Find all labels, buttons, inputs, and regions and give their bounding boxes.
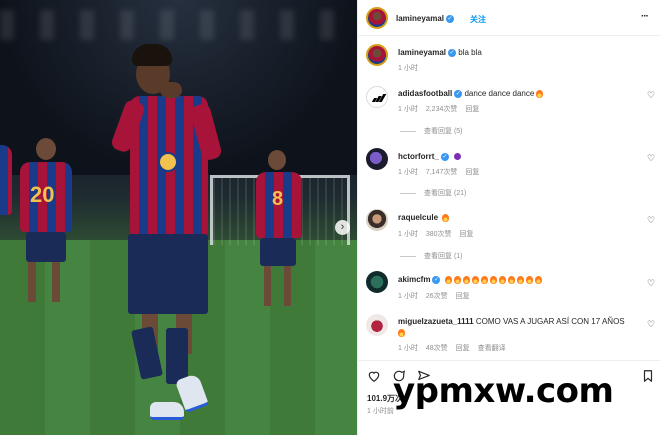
comment-likes[interactable]: 2,234次赞	[426, 106, 458, 113]
comment-time: 1 小时	[398, 293, 418, 300]
reply-button[interactable]: 回复	[456, 293, 470, 300]
fire-emoji-icon	[442, 213, 450, 222]
comment-text: COMO VAS A JUGAR ASÍ CON 17 AÑOS	[475, 317, 625, 326]
fire-emoji-icon	[453, 275, 461, 284]
view-replies-button[interactable]: 查看回复 (1)	[400, 251, 463, 261]
watermark: ypmxw.com	[393, 371, 614, 411]
heart-icon[interactable]	[367, 369, 381, 383]
fire-emoji-icon	[498, 275, 506, 284]
comment-text: dance dance dance	[464, 89, 535, 98]
caption-time: 1 小时	[398, 65, 418, 72]
like-heart-icon[interactable]: ♡	[647, 216, 656, 225]
purple-emoji-icon	[454, 153, 462, 161]
fire-emoji-icon	[534, 275, 542, 284]
comment-username[interactable]: raquelcule	[398, 213, 438, 222]
comment-avatar[interactable]	[366, 314, 388, 336]
comment-avatar[interactable]	[366, 271, 388, 293]
reply-button[interactable]: 回复	[460, 231, 474, 238]
bookmark-icon[interactable]	[641, 369, 655, 383]
verified-icon: ✓	[446, 14, 455, 23]
comment-line: miguelzazueta_1111 COMO VAS A JUGAR ASÍ …	[398, 316, 638, 338]
post-header: lamineyamal ✓ 关注 ···	[358, 0, 660, 36]
fire-emoji-icon	[444, 275, 452, 284]
follow-button[interactable]: 关注	[470, 14, 486, 25]
comment-username[interactable]: adidasfootball	[398, 89, 452, 98]
comment-username[interactable]: akimcfm	[398, 275, 430, 284]
player-left-number: 20	[30, 182, 55, 207]
author-avatar[interactable]	[366, 7, 388, 29]
comment-meta: 1 小时 380次赞 回复	[398, 229, 482, 239]
author-username-wrap: lamineyamal ✓	[396, 14, 455, 23]
comment-username[interactable]: miguelzazueta_1111	[398, 317, 474, 326]
player-main	[109, 44, 230, 428]
fire-emoji-row	[443, 275, 542, 284]
verified-icon: ✓	[432, 275, 441, 284]
fire-emoji-icon	[536, 89, 544, 98]
fire-emoji-icon	[516, 275, 524, 284]
fire-emoji-icon	[471, 275, 479, 284]
verified-icon: ✓	[440, 152, 449, 161]
comment-line: adidasfootball ✓ dance dance dance	[398, 89, 544, 98]
player-edge	[0, 135, 14, 255]
comment-time: 1 小时	[398, 231, 418, 238]
verified-icon: ✓	[454, 89, 463, 98]
comment-meta: 1 小时 48次赞 回复 查看翻译	[398, 343, 514, 353]
reply-button[interactable]: 回复	[465, 106, 479, 113]
caption-avatar[interactable]	[366, 44, 388, 66]
like-heart-icon[interactable]: ♡	[647, 279, 656, 288]
comment-line: raquelcule	[398, 213, 450, 222]
comment-line: akimcfm ✓	[398, 275, 542, 284]
view-replies-label: 查看回复 (1)	[424, 253, 463, 260]
comment-time: 1 小时	[398, 345, 418, 352]
like-heart-icon[interactable]: ♡	[647, 154, 656, 163]
view-replies-button[interactable]: 查看回复 (5)	[400, 126, 463, 136]
verified-icon: ✓	[448, 48, 457, 57]
comment-avatar[interactable]	[366, 209, 388, 231]
comment-line: hctorforrt_ ✓	[398, 152, 462, 161]
view-replies-label: 查看回复 (5)	[424, 128, 463, 135]
comment-likes[interactable]: 26次赞	[426, 293, 448, 300]
reply-button[interactable]: 回复	[456, 345, 470, 352]
comment-meta: 1 小时 7,147次赞 回复	[398, 167, 487, 177]
caption-text: bla bla	[458, 48, 482, 57]
post-time: 1 小时前	[367, 408, 394, 415]
fire-emoji-icon	[398, 328, 405, 337]
caption-line: lamineyamal ✓ bla bla	[398, 48, 482, 57]
comment-avatar[interactable]	[366, 148, 388, 170]
comment-meta: 1 小时 2,234次赞 回复	[398, 104, 487, 114]
comment-meta: 1 小时 26次赞 回复	[398, 291, 478, 301]
stadium-lights	[0, 10, 357, 40]
more-icon[interactable]: ···	[641, 11, 649, 22]
translate-button[interactable]: 查看翻译	[478, 345, 506, 352]
comment-time: 1 小时	[398, 106, 418, 113]
next-arrow-icon[interactable]: ›	[335, 220, 350, 235]
fire-emoji-icon	[480, 275, 488, 284]
post-media[interactable]: 20 8 ›	[0, 0, 357, 435]
player-left: 20	[14, 138, 84, 318]
view-replies-label: 查看回复 (21)	[424, 190, 467, 197]
comment-likes[interactable]: 380次赞	[426, 231, 452, 238]
caption-username[interactable]: lamineyamal	[398, 48, 446, 57]
fire-emoji-icon	[525, 275, 533, 284]
adidas-logo-icon	[371, 94, 387, 102]
player-right-number: 8	[272, 188, 284, 210]
comment-time: 1 小时	[398, 169, 418, 176]
fire-emoji-icon	[507, 275, 515, 284]
view-replies-button[interactable]: 查看回复 (21)	[400, 188, 466, 198]
like-heart-icon[interactable]: ♡	[647, 320, 656, 329]
author-username[interactable]: lamineyamal	[396, 14, 444, 23]
comment-likes[interactable]: 7,147次赞	[426, 169, 458, 176]
player-right: 8	[250, 150, 310, 320]
comment-avatar[interactable]	[366, 86, 388, 108]
reply-button[interactable]: 回复	[465, 169, 479, 176]
fire-emoji-icon	[489, 275, 497, 284]
comments-panel: lamineyamal ✓ 关注 ··· lamineyamal ✓ bla bla…	[357, 0, 660, 435]
comment-username[interactable]: hctorforrt_	[398, 152, 439, 161]
like-heart-icon[interactable]: ♡	[647, 91, 656, 100]
fire-emoji-icon	[462, 275, 470, 284]
comment-likes[interactable]: 48次赞	[426, 345, 448, 352]
